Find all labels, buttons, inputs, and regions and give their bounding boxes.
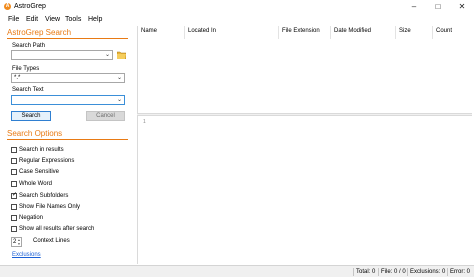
cancel-button[interactable]: Cancel <box>86 111 125 121</box>
checkbox[interactable] <box>11 181 17 187</box>
checkbox[interactable] <box>11 158 17 164</box>
astrogrep-icon: A <box>4 3 11 10</box>
context-lines-value: 2 <box>13 239 17 245</box>
checkbox-checked[interactable]: ✓ <box>11 192 18 199</box>
column-header-file-extension[interactable]: File Extension <box>279 26 331 39</box>
column-header-located-in[interactable]: Located In <box>185 26 279 39</box>
exclusions-link[interactable]: Exclusions <box>12 252 41 258</box>
status-exclusions: Exclusions: 0 <box>407 268 445 276</box>
title-bar: A AstroGrep – □ ✕ <box>0 0 474 14</box>
file-types-value: *.* <box>14 75 21 81</box>
file-types-combo[interactable]: *.* ⌄ <box>11 73 125 83</box>
chevron-down-icon[interactable]: ⌄ <box>117 75 122 82</box>
option-label: Show File Names Only <box>19 204 81 210</box>
options-section-header: Search Options <box>7 129 128 140</box>
menu-edit[interactable]: Edit <box>26 16 38 23</box>
option-label: Search Subfolders <box>19 193 69 199</box>
status-total: Total: 0 <box>353 268 375 276</box>
menu-tools[interactable]: Tools <box>65 16 81 23</box>
minimize-icon[interactable]: – <box>402 0 426 14</box>
status-file: File: 0 / 0 <box>378 268 406 276</box>
search-button[interactable]: Search <box>11 111 51 121</box>
maximize-icon[interactable]: □ <box>426 0 450 14</box>
spinner-arrows-icon[interactable]: ▲ ▼ <box>17 238 21 246</box>
close-icon[interactable]: ✕ <box>450 0 474 14</box>
checkbox[interactable] <box>11 169 17 175</box>
menu-help[interactable]: Help <box>88 16 102 23</box>
option-label: Whole Word <box>19 181 52 187</box>
column-header-count[interactable]: Count <box>433 26 473 39</box>
column-header-size[interactable]: Size <box>396 26 433 39</box>
search-text-label: Search Text <box>12 87 44 93</box>
option-label: Regular Expressions <box>19 158 75 164</box>
checkbox[interactable] <box>11 215 17 221</box>
menu-bar: File Edit View Tools Help <box>0 14 474 26</box>
column-header-date-modified[interactable]: Date Modified <box>331 26 396 39</box>
file-types-label: File Types <box>12 66 40 72</box>
status-bar: Total: 0 File: 0 / 0 Exclusions: 0 Error… <box>0 265 474 277</box>
search-section-header: AstroGrep Search <box>7 28 128 39</box>
option-label: Show all results after search <box>19 226 95 232</box>
option-label: Case Sensitive <box>19 169 60 175</box>
window-title: AstroGrep <box>14 3 46 10</box>
file-preview-pane[interactable]: 1 <box>137 116 472 264</box>
column-header-name[interactable]: Name <box>138 26 185 39</box>
search-path-label: Search Path <box>12 43 46 49</box>
search-path-combo[interactable]: ⌄ <box>11 50 113 60</box>
check-icon: ✓ <box>12 192 18 198</box>
folder-browse-icon[interactable] <box>116 51 127 60</box>
menu-view[interactable]: View <box>45 16 60 23</box>
option-label: Search in results <box>19 147 64 153</box>
menu-file[interactable]: File <box>8 16 19 23</box>
checkbox[interactable] <box>11 147 17 153</box>
context-lines-label: Context Lines <box>33 238 70 244</box>
status-error: Error: 0 <box>447 268 470 276</box>
search-text-combo[interactable]: ⌄ <box>11 95 125 105</box>
option-label: Negation <box>19 215 44 221</box>
results-grid[interactable]: Name Located In File Extension Date Modi… <box>137 26 472 113</box>
checkbox[interactable] <box>11 226 17 232</box>
context-lines-stepper[interactable]: 2 ▲ ▼ <box>11 237 22 247</box>
checkbox[interactable] <box>11 204 17 210</box>
chevron-down-icon[interactable]: ⌄ <box>105 52 110 59</box>
chevron-down-icon[interactable]: ⌄ <box>117 97 122 104</box>
preview-line-number: 1 <box>143 119 146 125</box>
